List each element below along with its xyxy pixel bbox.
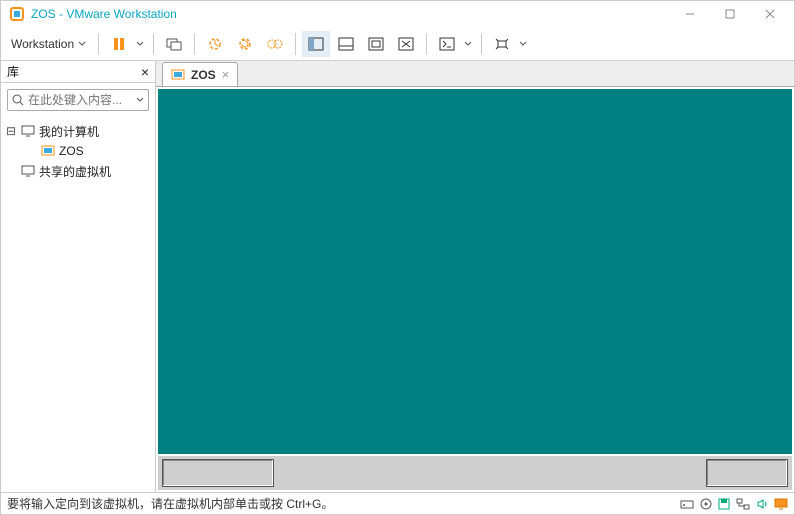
snapshot-manager-button[interactable] [261,31,289,57]
network-icon[interactable] [736,498,750,510]
view-unity-button[interactable] [392,31,420,57]
sound-icon[interactable] [756,498,768,510]
snapshot-revert-button[interactable] [231,31,259,57]
statusbar-message: 要将输入定向到该虚拟机，请在虚拟机内部单击或按 Ctrl+G。 [7,495,333,512]
separator [153,33,154,55]
vm-screen[interactable] [158,89,792,454]
tree-my-computer-label: 我的计算机 [39,123,99,140]
maximize-button[interactable] [710,1,750,27]
tab-close-button[interactable]: × [222,67,230,82]
titlebar: ZOS - VMware Workstation [1,1,794,27]
window-title: ZOS - VMware Workstation [31,7,670,21]
toolbar: Workstation [1,27,794,61]
statusbar: 要将输入定向到该虚拟机，请在虚拟机内部单击或按 Ctrl+G。 [1,492,794,514]
tree-vm-label: ZOS [59,144,84,158]
content-area: ZOS × [156,61,794,492]
display-icon[interactable] [774,498,788,510]
tab-label: ZOS [191,68,216,82]
separator [295,33,296,55]
chevron-down-icon [78,40,86,48]
search-icon [12,94,24,106]
app-icon [9,6,25,22]
sidebar-header: 库 × [1,61,155,83]
workstation-menu-label: Workstation [11,37,74,51]
main-area: 库 × ⊟ 我的计算机 ZOS 共享的虚拟机 [1,61,794,492]
vm-console-area [156,87,794,492]
computer-icon [21,125,35,137]
close-window-button[interactable] [750,1,790,27]
pause-dropdown[interactable] [133,31,147,57]
tab-zos[interactable]: ZOS × [162,62,238,86]
workstation-menu[interactable]: Workstation [5,31,92,57]
vm-tab-icon [171,69,185,81]
sidebar: 库 × ⊟ 我的计算机 ZOS 共享的虚拟机 [1,61,156,492]
vm-bottom-panel [158,456,792,490]
view-single-button[interactable] [302,31,330,57]
status-device-icons [680,498,788,510]
search-dropdown-icon[interactable] [136,96,144,104]
console-button[interactable] [433,31,461,57]
collapse-icon[interactable]: ⊟ [5,124,17,138]
sidebar-title: 库 [7,63,19,80]
view-fullscreen-button[interactable] [362,31,390,57]
console-dropdown[interactable] [461,31,475,57]
search-input[interactable] [28,93,132,107]
tree-shared-label: 共享的虚拟机 [39,163,111,180]
tree-shared-vms[interactable]: 共享的虚拟机 [5,161,151,181]
shared-icon [21,165,35,177]
tabbar: ZOS × [156,61,794,87]
separator [481,33,482,55]
send-ctrl-alt-del-button[interactable] [160,31,188,57]
view-console-button[interactable] [332,31,360,57]
separator [98,33,99,55]
tree-my-computer[interactable]: ⊟ 我的计算机 [5,121,151,141]
snapshot-take-button[interactable] [201,31,229,57]
hdd-icon[interactable] [680,498,694,510]
search-box[interactable] [7,89,149,111]
stretch-button[interactable] [488,31,516,57]
tree-vm-zos[interactable]: ZOS [5,141,151,161]
vm-bottom-left-box[interactable] [162,459,274,487]
separator [426,33,427,55]
vm-bottom-right-box[interactable] [706,459,788,487]
stretch-dropdown[interactable] [516,31,530,57]
vm-icon [41,145,55,157]
pause-button[interactable] [105,31,133,57]
floppy-icon[interactable] [718,498,730,510]
cd-icon[interactable] [700,498,712,510]
minimize-button[interactable] [670,1,710,27]
sidebar-close-button[interactable]: × [141,64,149,80]
library-tree: ⊟ 我的计算机 ZOS 共享的虚拟机 [1,117,155,185]
separator [194,33,195,55]
